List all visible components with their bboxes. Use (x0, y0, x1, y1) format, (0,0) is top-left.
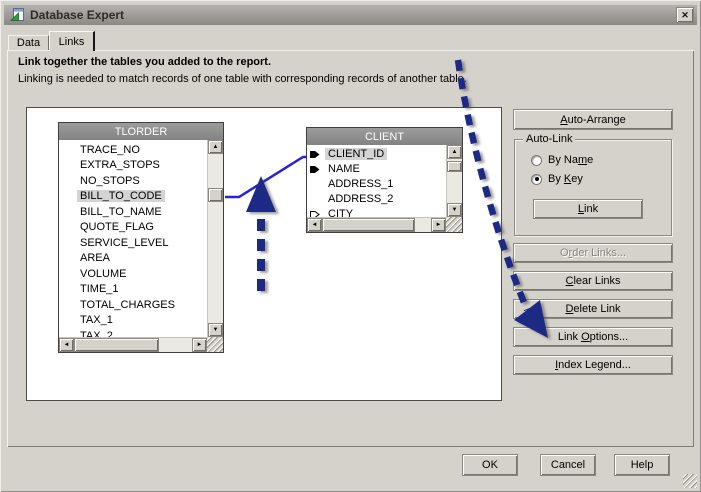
field-row-quote_flag[interactable]: QUOTE_FLAG (59, 220, 207, 236)
horizontal-scrollbar[interactable]: ◄ ► (307, 217, 446, 232)
scroll-thumb[interactable] (208, 188, 223, 202)
field-label: CITY (328, 207, 354, 218)
field-row-no_stops[interactable]: NO_STOPS (59, 173, 207, 189)
field-label: TOTAL_CHARGES (80, 298, 175, 311)
field-list: CLIENT_ID NAME ADDRESS_1 ADDRESS_2 CITY (307, 145, 446, 217)
field-label: ADDRESS_1 (328, 177, 394, 190)
order-links-button[interactable]: Or der Links... (513, 243, 673, 263)
radio-button-selected-icon[interactable] (531, 173, 542, 185)
help-button[interactable]: Help (614, 454, 670, 476)
database-expert-dialog: Database Expert ✕ Data Links Link togeth… (0, 0, 701, 492)
field-label: NAME (328, 162, 360, 175)
auto-arrange-button[interactable]: Auto-Arrange (513, 109, 673, 130)
radio-by-name-label: By Name (548, 154, 594, 166)
vertical-scrollbar[interactable]: ▲ ▼ (207, 140, 223, 337)
field-row-bill_to_code[interactable]: BILL_TO_CODE (59, 189, 207, 205)
tab-links[interactable]: Links (49, 31, 95, 51)
tab-data-label: Data (16, 37, 41, 49)
auto-link-group: Auto-Link By Name By Key (514, 133, 672, 236)
scroll-left-icon[interactable]: ◄ (59, 338, 74, 352)
table-header[interactable]: TLORDER (59, 123, 223, 140)
field-row-extra_stops[interactable]: EXTRA_STOPS (59, 158, 207, 174)
radio-by-name[interactable]: By Name (531, 154, 593, 166)
field-label: TAX_1 (80, 314, 113, 327)
scroll-right-icon[interactable]: ► (192, 338, 207, 352)
horizontal-scrollbar[interactable]: ◄ ► (59, 337, 207, 352)
scroll-down-icon[interactable]: ▼ (447, 203, 462, 217)
radio-by-key-label: By Key (548, 173, 583, 185)
field-row-tax_1[interactable]: TAX_1 (59, 313, 207, 329)
instruction-body: Linking is needed to match records of on… (18, 73, 467, 85)
field-row-tax_2[interactable]: TAX_2 (59, 328, 207, 337)
field-row-volume[interactable]: VOLUME (59, 266, 207, 282)
field-row-time_1[interactable]: TIME_1 (59, 282, 207, 298)
close-icon[interactable]: ✕ (676, 7, 694, 23)
field-row-service_level[interactable]: SERVICE_LEVEL (59, 235, 207, 251)
auto-link-group-label: Auto-Link (523, 133, 576, 145)
field-label: CLIENT_ID (325, 147, 388, 160)
field-label: VOLUME (80, 267, 127, 280)
field-label: TIME_1 (80, 283, 119, 296)
radio-by-key[interactable]: By Key (531, 173, 583, 185)
field-label: QUOTE_FLAG (80, 221, 154, 234)
delete-link-button[interactable]: Delete Link (513, 299, 673, 319)
field-row-total_charges[interactable]: TOTAL_CHARGES (59, 297, 207, 313)
scroll-thumb[interactable] (322, 218, 415, 232)
field-row-address_2[interactable]: ADDRESS_2 (307, 191, 446, 206)
field-label: ADDRESS_2 (328, 192, 394, 205)
index-filled-icon (310, 164, 325, 174)
scroll-thumb[interactable] (74, 338, 159, 352)
field-row-city[interactable]: CITY (307, 206, 446, 217)
table-box-tlorder[interactable]: TLORDER TRACE_NO EXTRA_STOPS NO_STOPS BILL_… (58, 122, 224, 353)
link-button[interactable]: Link (533, 199, 643, 219)
titlebar[interactable]: Database Expert ✕ (4, 4, 697, 25)
index-outline-icon (310, 209, 325, 217)
field-label: NO_STOPS (80, 174, 140, 187)
database-expert-icon (10, 8, 24, 21)
tab-data[interactable]: Data (8, 35, 49, 50)
ok-button[interactable]: OK (462, 454, 518, 476)
scroll-up-icon[interactable]: ▲ (447, 145, 462, 159)
scroll-left-icon[interactable]: ◄ (307, 218, 322, 232)
field-row-name[interactable]: NAME (307, 161, 446, 176)
index-legend-button[interactable]: Index Legend... (513, 355, 673, 375)
field-row-client_id[interactable]: CLIENT_ID (307, 146, 446, 161)
resize-grip[interactable] (207, 337, 223, 352)
scroll-right-icon[interactable]: ► (431, 218, 446, 232)
scroll-thumb[interactable] (447, 161, 462, 172)
resize-grip[interactable] (446, 217, 462, 232)
vertical-scrollbar[interactable]: ▲ ▼ (446, 145, 462, 217)
link-options-button[interactable]: Link Options... (513, 327, 673, 347)
field-row-trace_no[interactable]: TRACE_NO (59, 142, 207, 158)
field-label: TAX_2 (80, 329, 113, 337)
field-label: AREA (80, 252, 110, 265)
field-label: SERVICE_LEVEL (80, 236, 169, 249)
field-row-area[interactable]: AREA (59, 251, 207, 267)
index-filled-icon (310, 149, 325, 159)
field-list: TRACE_NO EXTRA_STOPS NO_STOPS BILL_TO_CODE B… (59, 140, 207, 337)
dialog-resize-grip[interactable] (683, 474, 697, 488)
table-box-client[interactable]: CLIENT CLIENT_ID NAME ADDRESS_1 ADDRESS_2 CI… (306, 127, 463, 233)
radio-button-icon[interactable] (531, 154, 542, 166)
cancel-button[interactable]: Cancel (540, 454, 596, 476)
scroll-down-icon[interactable]: ▼ (208, 323, 223, 337)
field-row-address_1[interactable]: ADDRESS_1 (307, 176, 446, 191)
field-label: BILL_TO_NAME (80, 205, 162, 218)
window-title: Database Expert (30, 7, 125, 22)
field-label: TRACE_NO (80, 143, 140, 156)
field-label: BILL_TO_CODE (77, 190, 165, 203)
instruction-heading: Link together the tables you added to th… (18, 56, 272, 68)
table-header[interactable]: CLIENT (307, 128, 462, 145)
clear-links-button[interactable]: Clear Links (513, 271, 673, 291)
tab-links-label: Links (58, 35, 85, 48)
scroll-up-icon[interactable]: ▲ (208, 140, 223, 154)
field-label: EXTRA_STOPS (80, 159, 160, 172)
field-row-bill_to_name[interactable]: BILL_TO_NAME (59, 204, 207, 220)
